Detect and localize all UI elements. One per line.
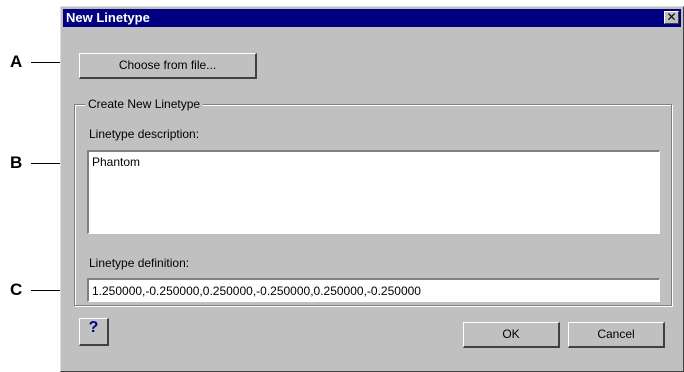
ok-button[interactable]: OK (463, 322, 560, 348)
callout-letter: A (10, 52, 23, 71)
linetype-definition-label: Linetype definition: (89, 256, 190, 270)
dialog-title: New Linetype (66, 10, 150, 25)
choose-from-file-button[interactable]: Choose from file... (79, 53, 257, 79)
group-legend: Create New Linetype (85, 97, 204, 111)
linetype-description-field[interactable]: Phantom (87, 150, 660, 234)
callout-letter: C (10, 280, 23, 299)
help-button[interactable]: ? (79, 318, 109, 346)
linetype-description-label: Linetype description: (89, 127, 200, 141)
title-bar[interactable]: New Linetype ✕ (63, 9, 681, 27)
cancel-button[interactable]: Cancel (568, 322, 665, 348)
callout-letter: B (10, 153, 23, 172)
close-icon: ✕ (666, 10, 677, 24)
new-linetype-dialog: New Linetype ✕ Choose from file... Creat… (60, 6, 684, 372)
close-button[interactable]: ✕ (664, 11, 679, 24)
help-icon: ? (88, 319, 99, 336)
linetype-definition-field[interactable]: 1.250000,-0.250000,0.250000,-0.250000,0.… (87, 278, 660, 302)
